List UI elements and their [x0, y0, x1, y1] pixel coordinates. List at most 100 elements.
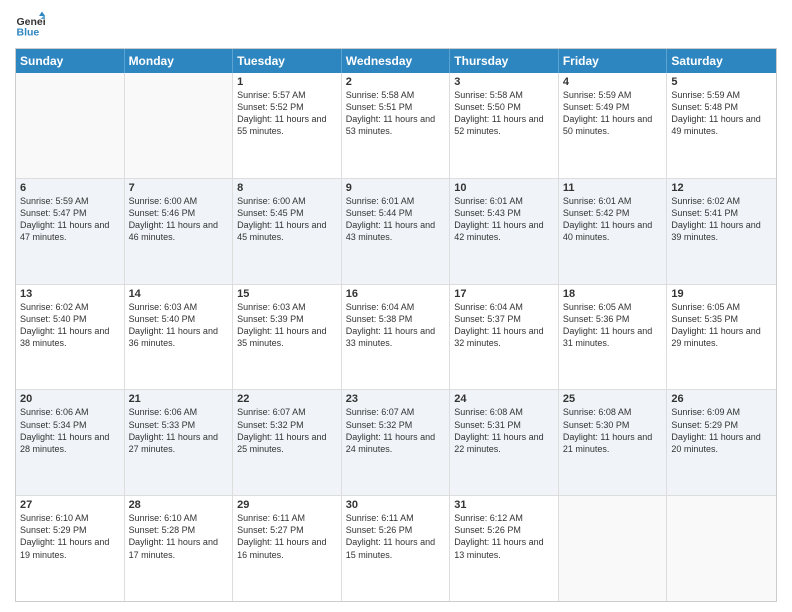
calendar-cell-day-8: 8Sunrise: 6:00 AM Sunset: 5:45 PM Daylig… — [233, 179, 342, 284]
day-number: 9 — [346, 182, 446, 194]
calendar-cell-day-1: 1Sunrise: 5:57 AM Sunset: 5:52 PM Daylig… — [233, 73, 342, 178]
day-number: 20 — [20, 393, 120, 405]
day-number: 8 — [237, 182, 337, 194]
calendar-cell-day-12: 12Sunrise: 6:02 AM Sunset: 5:41 PM Dayli… — [667, 179, 776, 284]
day-number: 30 — [346, 499, 446, 511]
day-number: 14 — [129, 288, 229, 300]
day-info: Sunrise: 6:10 AM Sunset: 5:28 PM Dayligh… — [129, 512, 229, 561]
day-info: Sunrise: 6:12 AM Sunset: 5:26 PM Dayligh… — [454, 512, 554, 561]
day-info: Sunrise: 6:05 AM Sunset: 5:35 PM Dayligh… — [671, 301, 772, 350]
calendar-cell-day-19: 19Sunrise: 6:05 AM Sunset: 5:35 PM Dayli… — [667, 285, 776, 390]
calendar-cell-day-6: 6Sunrise: 5:59 AM Sunset: 5:47 PM Daylig… — [16, 179, 125, 284]
calendar-cell-empty — [559, 496, 668, 601]
calendar-cell-day-17: 17Sunrise: 6:04 AM Sunset: 5:37 PM Dayli… — [450, 285, 559, 390]
calendar-cell-day-30: 30Sunrise: 6:11 AM Sunset: 5:26 PM Dayli… — [342, 496, 451, 601]
day-number: 6 — [20, 182, 120, 194]
calendar: SundayMondayTuesdayWednesdayThursdayFrid… — [15, 48, 777, 602]
day-info: Sunrise: 6:03 AM Sunset: 5:39 PM Dayligh… — [237, 301, 337, 350]
day-number: 29 — [237, 499, 337, 511]
day-number: 7 — [129, 182, 229, 194]
day-number: 13 — [20, 288, 120, 300]
day-number: 24 — [454, 393, 554, 405]
calendar-cell-day-22: 22Sunrise: 6:07 AM Sunset: 5:32 PM Dayli… — [233, 390, 342, 495]
day-number: 25 — [563, 393, 663, 405]
day-info: Sunrise: 6:06 AM Sunset: 5:33 PM Dayligh… — [129, 406, 229, 455]
day-number: 17 — [454, 288, 554, 300]
day-info: Sunrise: 6:10 AM Sunset: 5:29 PM Dayligh… — [20, 512, 120, 561]
calendar-header: SundayMondayTuesdayWednesdayThursdayFrid… — [16, 49, 776, 73]
weekday-header-friday: Friday — [559, 49, 668, 73]
calendar-cell-empty — [667, 496, 776, 601]
day-info: Sunrise: 5:59 AM Sunset: 5:47 PM Dayligh… — [20, 195, 120, 244]
day-info: Sunrise: 6:11 AM Sunset: 5:26 PM Dayligh… — [346, 512, 446, 561]
day-info: Sunrise: 6:01 AM Sunset: 5:44 PM Dayligh… — [346, 195, 446, 244]
day-number: 18 — [563, 288, 663, 300]
day-number: 21 — [129, 393, 229, 405]
page: General Blue SundayMondayTuesdayWednesda… — [0, 0, 792, 612]
day-info: Sunrise: 5:58 AM Sunset: 5:51 PM Dayligh… — [346, 89, 446, 138]
calendar-row-2: 13Sunrise: 6:02 AM Sunset: 5:40 PM Dayli… — [16, 285, 776, 391]
day-number: 5 — [671, 76, 772, 88]
day-number: 10 — [454, 182, 554, 194]
calendar-cell-day-20: 20Sunrise: 6:06 AM Sunset: 5:34 PM Dayli… — [16, 390, 125, 495]
calendar-row-3: 20Sunrise: 6:06 AM Sunset: 5:34 PM Dayli… — [16, 390, 776, 496]
day-info: Sunrise: 6:04 AM Sunset: 5:37 PM Dayligh… — [454, 301, 554, 350]
day-number: 27 — [20, 499, 120, 511]
calendar-cell-day-23: 23Sunrise: 6:07 AM Sunset: 5:32 PM Dayli… — [342, 390, 451, 495]
day-info: Sunrise: 6:08 AM Sunset: 5:31 PM Dayligh… — [454, 406, 554, 455]
calendar-cell-empty — [16, 73, 125, 178]
calendar-cell-day-3: 3Sunrise: 5:58 AM Sunset: 5:50 PM Daylig… — [450, 73, 559, 178]
calendar-cell-day-11: 11Sunrise: 6:01 AM Sunset: 5:42 PM Dayli… — [559, 179, 668, 284]
weekday-header-sunday: Sunday — [16, 49, 125, 73]
day-info: Sunrise: 6:00 AM Sunset: 5:46 PM Dayligh… — [129, 195, 229, 244]
day-number: 11 — [563, 182, 663, 194]
calendar-cell-day-26: 26Sunrise: 6:09 AM Sunset: 5:29 PM Dayli… — [667, 390, 776, 495]
calendar-cell-day-2: 2Sunrise: 5:58 AM Sunset: 5:51 PM Daylig… — [342, 73, 451, 178]
calendar-cell-day-5: 5Sunrise: 5:59 AM Sunset: 5:48 PM Daylig… — [667, 73, 776, 178]
day-number: 26 — [671, 393, 772, 405]
calendar-body: 1Sunrise: 5:57 AM Sunset: 5:52 PM Daylig… — [16, 73, 776, 601]
day-number: 1 — [237, 76, 337, 88]
day-info: Sunrise: 6:11 AM Sunset: 5:27 PM Dayligh… — [237, 512, 337, 561]
day-info: Sunrise: 6:06 AM Sunset: 5:34 PM Dayligh… — [20, 406, 120, 455]
calendar-cell-day-7: 7Sunrise: 6:00 AM Sunset: 5:46 PM Daylig… — [125, 179, 234, 284]
svg-text:Blue: Blue — [17, 27, 40, 39]
day-number: 3 — [454, 76, 554, 88]
day-info: Sunrise: 6:05 AM Sunset: 5:36 PM Dayligh… — [563, 301, 663, 350]
day-info: Sunrise: 6:07 AM Sunset: 5:32 PM Dayligh… — [346, 406, 446, 455]
day-info: Sunrise: 6:04 AM Sunset: 5:38 PM Dayligh… — [346, 301, 446, 350]
calendar-cell-day-16: 16Sunrise: 6:04 AM Sunset: 5:38 PM Dayli… — [342, 285, 451, 390]
calendar-cell-day-28: 28Sunrise: 6:10 AM Sunset: 5:28 PM Dayli… — [125, 496, 234, 601]
day-info: Sunrise: 6:02 AM Sunset: 5:40 PM Dayligh… — [20, 301, 120, 350]
day-number: 4 — [563, 76, 663, 88]
calendar-cell-day-29: 29Sunrise: 6:11 AM Sunset: 5:27 PM Dayli… — [233, 496, 342, 601]
weekday-header-wednesday: Wednesday — [342, 49, 451, 73]
day-number: 2 — [346, 76, 446, 88]
day-info: Sunrise: 6:09 AM Sunset: 5:29 PM Dayligh… — [671, 406, 772, 455]
calendar-cell-day-14: 14Sunrise: 6:03 AM Sunset: 5:40 PM Dayli… — [125, 285, 234, 390]
header: General Blue — [15, 10, 777, 40]
calendar-row-4: 27Sunrise: 6:10 AM Sunset: 5:29 PM Dayli… — [16, 496, 776, 601]
day-info: Sunrise: 6:01 AM Sunset: 5:42 PM Dayligh… — [563, 195, 663, 244]
day-info: Sunrise: 6:02 AM Sunset: 5:41 PM Dayligh… — [671, 195, 772, 244]
day-number: 31 — [454, 499, 554, 511]
day-number: 23 — [346, 393, 446, 405]
calendar-row-0: 1Sunrise: 5:57 AM Sunset: 5:52 PM Daylig… — [16, 73, 776, 179]
calendar-cell-day-15: 15Sunrise: 6:03 AM Sunset: 5:39 PM Dayli… — [233, 285, 342, 390]
day-info: Sunrise: 6:07 AM Sunset: 5:32 PM Dayligh… — [237, 406, 337, 455]
day-info: Sunrise: 5:59 AM Sunset: 5:48 PM Dayligh… — [671, 89, 772, 138]
weekday-header-saturday: Saturday — [667, 49, 776, 73]
day-info: Sunrise: 6:00 AM Sunset: 5:45 PM Dayligh… — [237, 195, 337, 244]
weekday-header-thursday: Thursday — [450, 49, 559, 73]
day-info: Sunrise: 6:03 AM Sunset: 5:40 PM Dayligh… — [129, 301, 229, 350]
weekday-header-monday: Monday — [125, 49, 234, 73]
calendar-row-1: 6Sunrise: 5:59 AM Sunset: 5:47 PM Daylig… — [16, 179, 776, 285]
calendar-cell-day-9: 9Sunrise: 6:01 AM Sunset: 5:44 PM Daylig… — [342, 179, 451, 284]
calendar-cell-day-21: 21Sunrise: 6:06 AM Sunset: 5:33 PM Dayli… — [125, 390, 234, 495]
calendar-cell-day-24: 24Sunrise: 6:08 AM Sunset: 5:31 PM Dayli… — [450, 390, 559, 495]
calendar-cell-day-25: 25Sunrise: 6:08 AM Sunset: 5:30 PM Dayli… — [559, 390, 668, 495]
day-number: 28 — [129, 499, 229, 511]
calendar-cell-day-18: 18Sunrise: 6:05 AM Sunset: 5:36 PM Dayli… — [559, 285, 668, 390]
weekday-header-tuesday: Tuesday — [233, 49, 342, 73]
day-number: 12 — [671, 182, 772, 194]
